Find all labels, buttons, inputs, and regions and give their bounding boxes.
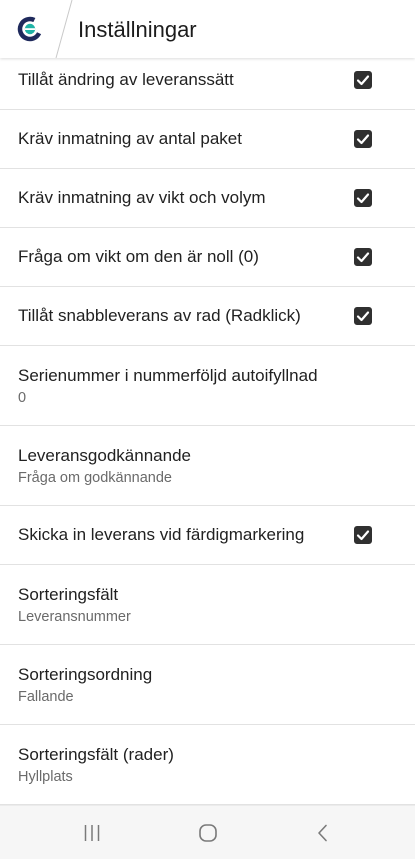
checkbox-submit-on-completion[interactable]	[354, 526, 372, 544]
back-icon	[318, 824, 327, 841]
checkbox-ask-weight-if-zero[interactable]	[354, 248, 372, 266]
setting-row-allow-quick-delivery-by-row[interactable]: Tillåt snabbleverans av rad (Radklick)	[0, 287, 415, 346]
checkbox-allow-delivery-method-change[interactable]	[354, 71, 372, 89]
setting-row-ask-weight-if-zero[interactable]: Fråga om vikt om den är noll (0)	[0, 228, 415, 287]
back-button[interactable]	[293, 806, 353, 859]
setting-title: Serienummer i nummerföljd autoifyllnad	[18, 365, 318, 385]
setting-row-allow-delivery-method-change[interactable]: Tillåt ändring av leveranssätt	[0, 51, 415, 110]
setting-title: Leveransgodkännande	[18, 445, 191, 465]
header-divider	[55, 0, 73, 58]
checkmark-icon	[356, 252, 370, 263]
app-bar: Inställningar	[0, 0, 415, 58]
setting-row-require-weight-volume[interactable]: Kräv inmatning av vikt och volym	[0, 169, 415, 228]
setting-row-submit-on-completion[interactable]: Skicka in leverans vid färdigmarkering	[0, 506, 415, 565]
setting-row-serial-autofill[interactable]: Serienummer i nummerföljd autoifyllnad 0	[0, 346, 415, 426]
home-button[interactable]	[178, 806, 238, 859]
system-nav-bar	[0, 805, 415, 859]
checkbox-allow-quick-delivery-by-row[interactable]	[354, 307, 372, 325]
checkmark-icon	[356, 193, 370, 204]
setting-row-delivery-approval[interactable]: Leveransgodkännande Fråga om godkännande	[0, 426, 415, 506]
checkbox-require-package-count[interactable]	[354, 130, 372, 148]
settings-list: Tillåt ändring av leveranssätt Kräv inma…	[0, 51, 415, 805]
setting-title: Tillåt ändring av leveranssätt	[18, 70, 234, 89]
checkmark-icon	[356, 530, 370, 541]
setting-title: Kräv inmatning av antal paket	[18, 129, 242, 148]
setting-value: Fallande	[18, 688, 74, 705]
setting-row-require-package-count[interactable]: Kräv inmatning av antal paket	[0, 110, 415, 169]
app-logo-icon[interactable]	[17, 16, 43, 42]
setting-title: Fråga om vikt om den är noll (0)	[18, 247, 259, 266]
checkbox-require-weight-volume[interactable]	[354, 189, 372, 207]
setting-row-sort-order[interactable]: Sorteringsordning Fallande	[0, 645, 415, 725]
setting-title: Sorteringsfält (rader)	[18, 744, 174, 764]
setting-title: Tillåt snabbleverans av rad (Radklick)	[18, 306, 301, 325]
setting-value: Fråga om godkännande	[18, 469, 172, 486]
setting-value: Leveransnummer	[18, 608, 131, 625]
setting-value: Hyllplats	[18, 768, 73, 785]
setting-title: Kräv inmatning av vikt och volym	[18, 188, 266, 207]
setting-row-sort-field[interactable]: Sorteringsfält Leveransnummer	[0, 565, 415, 645]
setting-title: Sorteringsordning	[18, 664, 153, 684]
recents-icon	[84, 824, 100, 841]
checkmark-icon	[356, 311, 370, 322]
setting-title: Skicka in leverans vid färdigmarkering	[18, 525, 305, 544]
checkmark-icon	[356, 75, 370, 86]
page-title: Inställningar	[78, 17, 197, 42]
setting-value: 0	[18, 389, 27, 406]
home-icon	[199, 823, 217, 842]
setting-title: Sorteringsfält	[18, 584, 119, 604]
recents-button[interactable]	[62, 806, 122, 859]
setting-row-sort-field-rows[interactable]: Sorteringsfält (rader) Hyllplats	[0, 725, 415, 805]
checkmark-icon	[356, 134, 370, 145]
